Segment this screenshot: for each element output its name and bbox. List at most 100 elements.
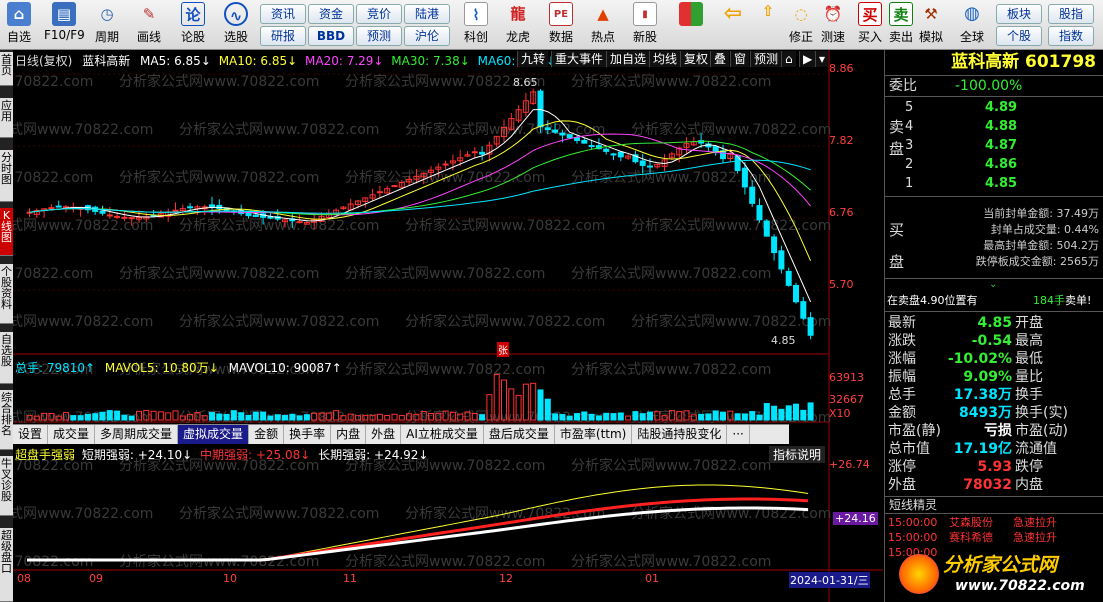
tab-apps[interactable]: 应用 [0,98,13,138]
volume-bar [245,414,252,421]
hot-button[interactable]: ▲ 热点 [586,2,620,45]
dragon-tiger-button[interactable]: 龍龙虎 [500,2,536,45]
quote-value: 亏损 [984,423,1012,439]
research-button[interactable]: 研报 [260,26,306,46]
index-button[interactable]: 指数 [1048,26,1094,46]
divider [885,311,1103,312]
stock-button[interactable]: 个股 [996,26,1042,46]
tab-virtual-volume[interactable]: 虚拟成交量 [178,425,250,444]
forecast-button[interactable]: 预测 [356,26,402,46]
mavol5-value: MAVOL5: 10.80万↓ [104,361,219,375]
sector-button[interactable]: 板块 [996,4,1042,24]
ask-price: 4.85 [985,176,1018,191]
volume-bar [793,403,799,421]
volume-bar [778,408,785,421]
tab-volume[interactable]: 成交量 [48,425,96,444]
capital-button[interactable]: 资金 [308,4,354,24]
tab-watchlist[interactable]: 自选股 [0,332,13,384]
tab-kline[interactable]: K线图 [0,208,13,256]
spirit-stock: 艾森股份 [949,516,993,529]
seal-amount: 当前封单金额: 37.49万 [983,207,1099,220]
ask-price: 4.88 [985,119,1018,134]
quote-label: 金额 [888,405,916,421]
quote-row: 振幅 9.09% 量比 [885,368,1103,386]
back-button[interactable]: ⇦ [718,2,748,28]
index-futures-button[interactable]: 股指 [1048,4,1094,24]
candle [274,209,281,222]
hk-connect-button[interactable]: 陆港 [404,4,450,24]
quote-label: 涨停 [888,459,916,475]
discuss-button[interactable]: 论论股 [178,2,208,45]
f10-button[interactable]: ▤ F10/F9 [44,2,85,42]
tab-settings[interactable]: 设置 [13,425,49,444]
sell-button[interactable]: 卖卖出 [886,2,916,45]
short-spirit-item[interactable]: 15:00:00 艾森股份 急速拉升 [885,515,1103,530]
tab-multi-period-volume[interactable]: 多周期成交量 [95,425,179,444]
global-button[interactable]: ◍ 全球 [954,2,990,45]
tab-ai-volume[interactable]: AI立桩成交量 [401,425,484,444]
stock-select-button[interactable]: ∿ 选股 [220,2,252,45]
layout-button[interactable] [676,2,706,28]
quote-value: 5.93 [977,459,1012,475]
ask-level-row[interactable]: 3 4.87 [885,136,1103,156]
short-spirit-item[interactable]: 15:00:00 赛科希德 急速拉升 [885,530,1103,545]
tab-amount[interactable]: 金额 [249,425,285,444]
tab-after-hours-volume[interactable]: 盘后成交量 [484,425,555,444]
tab-outer-volume[interactable]: 外盘 [366,425,402,444]
site-logo: 分析家公式网 www.70822.com [899,550,1101,600]
price-tick-2: 7.82 [829,134,854,147]
ask-level-row[interactable]: 2 4.86 [885,155,1103,175]
tab-timeshare[interactable]: 分时图 [0,150,13,202]
quote-label: 总手 [888,387,916,403]
limit-up-marker[interactable]: 张 [497,342,509,357]
home-button[interactable]: ⌂ 自选 [4,2,34,45]
shanghai-london-button[interactable]: 沪伦 [404,26,450,46]
star-board-button[interactable]: ⌇ 科创 [456,2,496,45]
buy-button[interactable]: 买买入 [854,2,886,45]
month-label-10: 10 [223,572,237,585]
fix-button[interactable]: ◌ 修正 [784,2,818,45]
simulate-button[interactable]: ⚒ 模拟 [916,2,946,45]
candle [610,152,617,161]
back-arrow-icon: ⇦ [723,1,743,26]
tab-connect-holding[interactable]: 陆股通持股变化 [632,425,728,444]
tab-pe-ttm[interactable]: 市盈率(ttm) [555,425,633,444]
tab-more[interactable]: ··· [727,425,750,444]
volume-bar [252,411,259,421]
ask-level-row[interactable]: 5 4.89 [885,98,1103,118]
speed-test-button[interactable]: ⏰ 测速 [818,2,848,45]
ask-level-row[interactable]: 1 4.85 [885,174,1103,194]
candle [340,205,347,210]
period-button[interactable]: ◷ 周期 [90,2,124,45]
svg-text:分析家公式网www.70822.com: 分析家公式网www.70822.com [571,73,771,90]
kline-chart-area[interactable]: 日线(复权) 蓝科高新 MA5: 6.85↓ MA10: 6.85↓ MA20:… [13,50,883,602]
tab-stock-info[interactable]: 个股资料 [0,264,13,324]
tab-turnover[interactable]: 换手率 [284,425,332,444]
volume-bar [537,389,544,421]
tab-inner-volume[interactable]: 内盘 [331,425,367,444]
bbd-button[interactable]: BBD [308,26,354,46]
data-button[interactable]: PE 数据 [544,2,578,45]
indicator-help-button[interactable]: 指标说明 [769,446,826,463]
short-spirit-title: 短线精灵 [889,498,938,512]
quote-value: 17.19亿 [953,441,1012,457]
draw-line-button[interactable]: ✎ 画线 [132,2,166,45]
volume-bar [639,413,646,421]
news-button[interactable]: 资讯 [260,4,306,24]
candle [522,92,529,117]
month-label-11: 11 [343,572,357,585]
ask-level-row[interactable]: 4 4.88 [885,117,1103,137]
buy-side-label: 买盘 [889,221,905,271]
volume-bar [391,413,398,421]
new-stock-button[interactable]: ▮ 新股 [628,2,662,45]
scroll-up-button[interactable]: ⇧ [756,2,780,22]
auction-button[interactable]: 竞价 [356,4,402,24]
volume-bar [172,410,179,421]
tab-diagnosis[interactable]: 牛叉诊股 [0,456,13,516]
quote-label: 市盈(静) [888,423,941,439]
tab-home[interactable]: 首页 [0,52,13,86]
tab-super-orderbook[interactable]: 超级盘口 [0,528,13,602]
quote-label-2: 开盘 [1015,315,1043,331]
tab-ranking[interactable]: 综合排名 [0,390,13,450]
chevron-down-icon[interactable]: ⌄ [989,279,997,290]
